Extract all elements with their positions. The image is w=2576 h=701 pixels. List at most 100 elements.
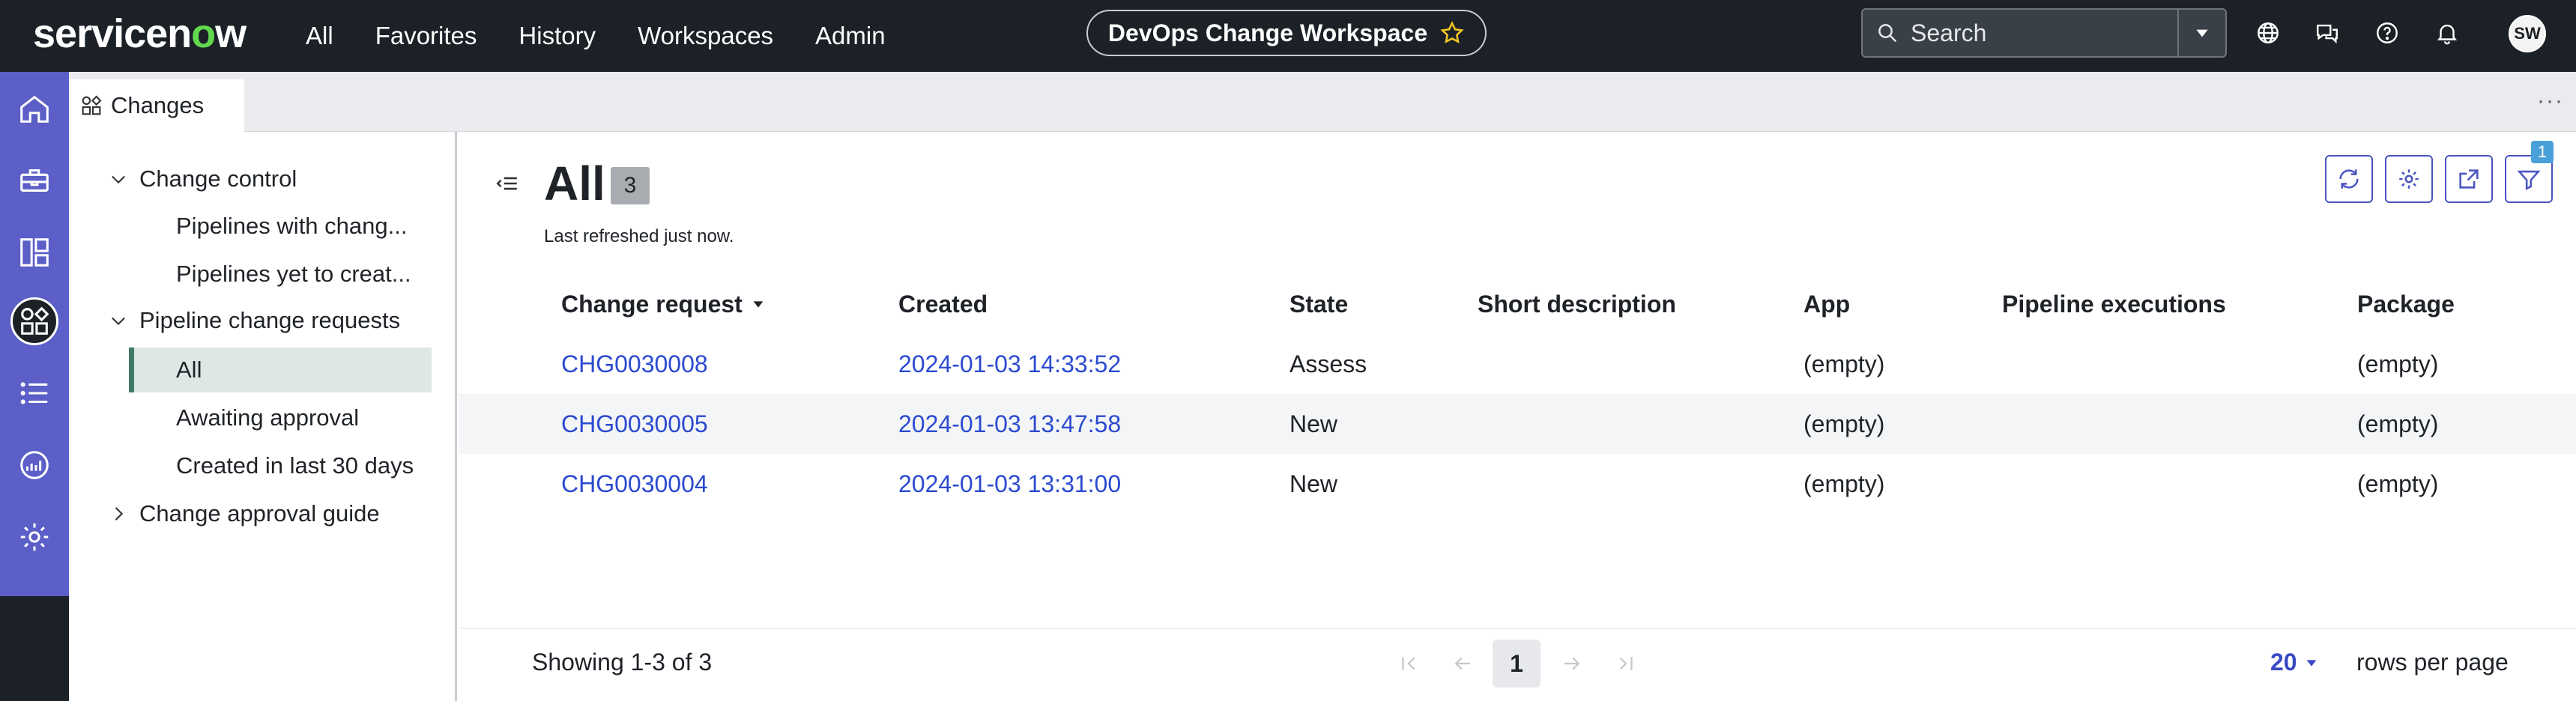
- search-input[interactable]: [1911, 19, 2150, 47]
- rail-home-button[interactable]: [10, 85, 58, 133]
- column-header-package[interactable]: Package: [2357, 274, 2455, 334]
- tree-item-all[interactable]: All: [129, 348, 432, 392]
- column-header-change-request[interactable]: Change request: [561, 274, 767, 334]
- workspace-title-pill[interactable]: DevOps Change Workspace: [1086, 10, 1487, 56]
- rail-toolbox-button[interactable]: [10, 157, 58, 204]
- tree-item-pipelines-yet-to-create[interactable]: Pipelines yet to creat...: [176, 252, 446, 297]
- first-page-button[interactable]: [1385, 640, 1433, 688]
- top-navigation-bar: servicenow All Favorites History Workspa…: [0, 0, 2576, 72]
- list-icon: [20, 382, 48, 404]
- servicenow-logo[interactable]: servicenow: [33, 10, 247, 57]
- chevron-right-icon[interactable]: [103, 503, 133, 524]
- change-requests-table: Change request Created State Short descr…: [459, 274, 2576, 514]
- chevron-down-icon[interactable]: [103, 310, 133, 331]
- next-page-button[interactable]: [1548, 640, 1596, 688]
- list-settings-button[interactable]: [2385, 155, 2433, 203]
- last-page-icon: [1619, 657, 1633, 670]
- tree-item-label: Awaiting approval: [176, 404, 360, 431]
- chat-button[interactable]: [2312, 18, 2342, 48]
- caret-down-icon: [2306, 659, 2317, 667]
- gear-icon: [20, 523, 49, 551]
- caret-down-icon: [2196, 29, 2208, 37]
- previous-page-button[interactable]: [1439, 640, 1487, 688]
- top-nav-menu: All Favorites History Workspaces Admin: [306, 0, 928, 72]
- arrow-right-icon: [1564, 657, 1580, 670]
- change-request-link[interactable]: CHG0030004: [561, 454, 708, 514]
- search-scope-dropdown[interactable]: [2177, 8, 2227, 58]
- rail-dashboard-button[interactable]: [10, 228, 58, 276]
- workspace-title: DevOps Change Workspace: [1107, 19, 1428, 46]
- package-cell: (empty): [2357, 410, 2439, 437]
- export-button[interactable]: [2445, 155, 2493, 203]
- global-search[interactable]: [1861, 8, 2179, 58]
- more-options-button[interactable]: ···: [2537, 88, 2564, 114]
- column-header-app[interactable]: App: [1803, 274, 1850, 334]
- created-link[interactable]: 2024-01-03 14:33:52: [898, 334, 1121, 394]
- change-request-link[interactable]: CHG0030008: [561, 334, 708, 394]
- table-row[interactable]: CHG0030004 2024-01-03 13:31:00 New (empt…: [459, 454, 2576, 514]
- user-avatar[interactable]: SW: [2509, 15, 2546, 52]
- tree-item-label: Created in last 30 days: [176, 452, 414, 479]
- help-icon: [2377, 22, 2398, 43]
- left-app-rail: [0, 72, 69, 701]
- tree-item-awaiting-approval[interactable]: Awaiting approval: [176, 395, 446, 440]
- rail-analytics-button[interactable]: [10, 441, 58, 489]
- toolbox-icon: [20, 169, 49, 192]
- refresh-button[interactable]: [2325, 155, 2373, 203]
- rail-changes-button[interactable]: [10, 297, 58, 345]
- arrow-left-icon: [1454, 657, 1470, 670]
- tree-item-pipelines-with-change[interactable]: Pipelines with chang...: [176, 204, 446, 249]
- pagination-divider: [459, 628, 2576, 629]
- table-row[interactable]: CHG0030008 2024-01-03 14:33:52 Assess (e…: [459, 334, 2576, 394]
- help-button[interactable]: [2372, 18, 2402, 48]
- column-header-label: Change request: [561, 290, 743, 318]
- nav-all[interactable]: All: [306, 22, 333, 50]
- language-globe-button[interactable]: [2253, 18, 2283, 48]
- nav-admin[interactable]: Admin: [815, 22, 886, 50]
- column-header-state[interactable]: State: [1289, 274, 1348, 334]
- tree-item-label: All: [176, 356, 202, 383]
- star-icon[interactable]: [1439, 20, 1465, 46]
- rows-per-page-value: 20: [2270, 649, 2297, 676]
- rail-list-button[interactable]: [10, 369, 58, 417]
- created-link[interactable]: 2024-01-03 13:31:00: [898, 454, 1121, 514]
- tree-item-created-last-30-days[interactable]: Created in last 30 days: [176, 443, 446, 488]
- workspace-tab-strip: Changes ···: [69, 72, 2576, 132]
- tab-changes[interactable]: Changes: [69, 79, 244, 132]
- collapse-sidebar-icon[interactable]: [495, 171, 520, 196]
- bell-icon: [2437, 24, 2458, 45]
- created-link[interactable]: 2024-01-03 13:47:58: [898, 394, 1121, 454]
- filter-icon: [2517, 170, 2541, 190]
- current-page-button[interactable]: 1: [1493, 640, 1541, 688]
- record-count-badge: 3: [611, 167, 650, 204]
- change-request-link[interactable]: CHG0030005: [561, 394, 708, 454]
- rail-accent-panel: [0, 72, 69, 596]
- column-header-short-description[interactable]: Short description: [1478, 274, 1676, 334]
- rows-per-page-select[interactable]: 20: [2270, 649, 2320, 676]
- column-header-created[interactable]: Created: [898, 274, 988, 334]
- nav-workspaces[interactable]: Workspaces: [638, 22, 773, 50]
- app-cell: (empty): [1803, 410, 1885, 437]
- table-row[interactable]: CHG0030005 2024-01-03 13:47:58 New (empt…: [459, 394, 2576, 454]
- tree-group-change-control[interactable]: Change control: [103, 157, 448, 201]
- nav-history[interactable]: History: [518, 22, 596, 50]
- home-icon: [20, 95, 49, 123]
- state-cell: New: [1289, 410, 1338, 437]
- chat-icon: [2317, 24, 2338, 44]
- page-title: All: [544, 157, 605, 210]
- nav-favorites[interactable]: Favorites: [375, 22, 477, 50]
- rail-settings-button[interactable]: [10, 513, 58, 561]
- globe-icon: [2258, 22, 2279, 43]
- column-header-pipeline-executions[interactable]: Pipeline executions: [2002, 274, 2226, 334]
- app-cell: (empty): [1803, 470, 1885, 497]
- notifications-button[interactable]: [2432, 18, 2462, 48]
- tree-item-label: Pipelines with chang...: [176, 213, 408, 239]
- tree-group-change-approval-guide[interactable]: Change approval guide: [103, 491, 448, 536]
- filter-count-badge: 1: [2531, 141, 2554, 163]
- refresh-icon: [2339, 169, 2359, 189]
- chevron-down-icon[interactable]: [103, 169, 133, 189]
- gear-icon: [2399, 169, 2419, 189]
- package-cell: (empty): [2357, 350, 2439, 377]
- tree-group-pipeline-change-requests[interactable]: Pipeline change requests: [103, 298, 448, 343]
- last-page-button[interactable]: [1602, 640, 1650, 688]
